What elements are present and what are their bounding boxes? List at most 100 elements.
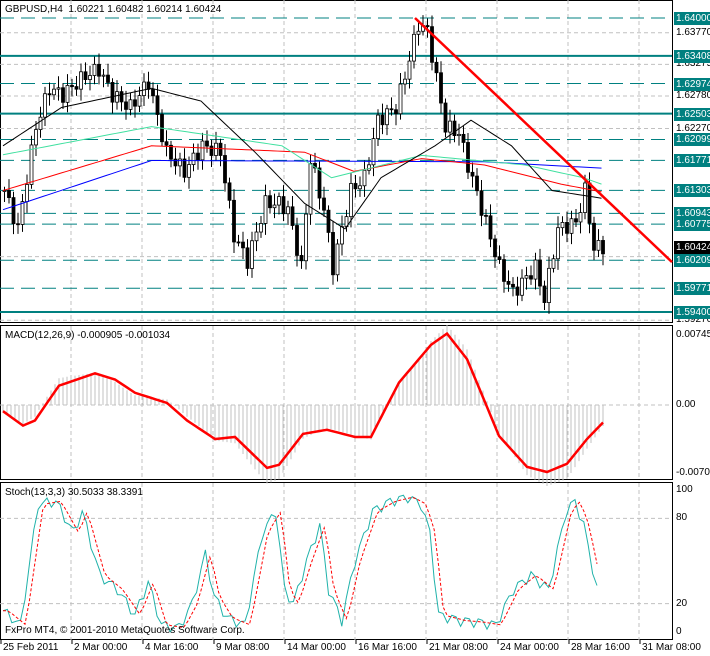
candle-body bbox=[475, 175, 479, 192]
candle-body bbox=[583, 182, 587, 213]
candle-body bbox=[592, 222, 596, 251]
candle-body bbox=[169, 144, 173, 160]
trend-line bbox=[414, 17, 673, 264]
chart-header: GBPUSD,H4 1.60221 1.60482 1.60214 1.6042… bbox=[5, 4, 221, 15]
candle-body bbox=[263, 195, 268, 224]
x-tick-label: 2 Mar 00:00 bbox=[74, 642, 128, 653]
candle-body bbox=[511, 283, 515, 288]
chart-canvas bbox=[0, 0, 673, 644]
candle-body bbox=[304, 213, 308, 262]
candle-body bbox=[245, 247, 250, 269]
level-price-tag: 1.60209 bbox=[674, 254, 710, 268]
candle-body bbox=[214, 142, 218, 156]
candle-body bbox=[164, 141, 169, 146]
candle-body bbox=[358, 185, 362, 190]
candle-body bbox=[101, 74, 106, 77]
macd-tick: -0.00708 bbox=[676, 467, 710, 478]
level-price-tag: 1.62974 bbox=[674, 77, 710, 91]
candle-body bbox=[106, 74, 110, 83]
candle-body bbox=[448, 120, 452, 133]
candle-body bbox=[398, 83, 403, 115]
candle-body bbox=[97, 63, 101, 77]
candle-body bbox=[47, 93, 52, 96]
candle-body bbox=[416, 30, 421, 35]
candle-body bbox=[560, 222, 565, 229]
candle-body bbox=[290, 206, 295, 226]
candle-body bbox=[425, 25, 430, 28]
candle-body bbox=[385, 108, 389, 126]
macd-tick: 0.00 bbox=[676, 399, 696, 410]
candle-body bbox=[178, 158, 182, 167]
candle-body bbox=[209, 145, 214, 156]
candle-body bbox=[547, 267, 551, 303]
price-tick: 1.63770 bbox=[676, 26, 710, 38]
level-price-tag: 1.64000 bbox=[674, 12, 710, 25]
candle-body bbox=[151, 88, 155, 97]
candle-body bbox=[443, 102, 448, 133]
candle-body bbox=[376, 114, 380, 140]
candle-body bbox=[38, 116, 43, 130]
candle-body bbox=[133, 99, 137, 107]
candle-body bbox=[277, 196, 281, 206]
candle-body bbox=[295, 225, 299, 256]
candle-body bbox=[601, 240, 605, 255]
candle-body bbox=[7, 190, 11, 198]
stoch-tick: 20 bbox=[676, 597, 688, 609]
candle-body bbox=[470, 171, 475, 177]
candle-body bbox=[65, 85, 70, 103]
moving-average-red bbox=[2, 145, 602, 193]
level-price-tag: 1.59771 bbox=[674, 282, 710, 296]
candle-body bbox=[407, 60, 412, 80]
candle-body bbox=[340, 226, 344, 245]
level-price-tag: 1.61303 bbox=[674, 184, 710, 198]
candle-body bbox=[394, 109, 398, 115]
candle-body bbox=[457, 133, 461, 137]
candle-body bbox=[412, 33, 416, 62]
candle-body bbox=[434, 61, 439, 74]
candle-body bbox=[439, 72, 443, 104]
x-tick-label: 21 Mar 08:00 bbox=[429, 642, 488, 653]
candle-body bbox=[403, 78, 407, 85]
candle-body bbox=[502, 259, 506, 282]
stoch-tick: 80 bbox=[676, 512, 688, 524]
level-price-tag: 1.63408 bbox=[674, 49, 710, 63]
stoch-tick: 0 bbox=[676, 626, 682, 637]
candle-body bbox=[187, 164, 191, 178]
level-price-tag: 1.60775 bbox=[674, 218, 710, 232]
stoch-main-line bbox=[2, 494, 598, 633]
candle-body bbox=[155, 95, 160, 115]
x-tick-label: 31 Mar 08:00 bbox=[642, 642, 701, 653]
candle-body bbox=[452, 120, 457, 137]
macd-title: MACD(12,26,9) -0.000905 -0.001034 bbox=[5, 330, 171, 341]
candle-body bbox=[218, 142, 223, 156]
candle-body bbox=[461, 133, 466, 143]
candle-body bbox=[389, 108, 394, 111]
copyright-label: FxPro MT4, © 2001-2010 MetaQuotes Softwa… bbox=[5, 625, 245, 636]
candle-body bbox=[493, 238, 497, 258]
candle-body bbox=[533, 259, 538, 280]
candle-body bbox=[466, 142, 470, 173]
candle-body bbox=[34, 129, 38, 146]
candle-body bbox=[484, 214, 488, 217]
x-tick-label: 14 Mar 00:00 bbox=[287, 642, 346, 653]
stoch-tick: 100 bbox=[676, 484, 693, 495]
candle-body bbox=[137, 95, 142, 107]
candle-body bbox=[542, 285, 547, 303]
candle-body bbox=[565, 222, 569, 234]
candle-body bbox=[74, 86, 79, 90]
candle-body bbox=[317, 167, 322, 199]
x-tick-label: 16 Mar 16:00 bbox=[358, 642, 417, 653]
candle-body bbox=[322, 197, 326, 211]
candle-body bbox=[479, 190, 484, 216]
candle-body bbox=[128, 99, 133, 110]
candle-body bbox=[110, 82, 115, 103]
candle-body bbox=[241, 241, 245, 249]
candle-body bbox=[574, 218, 578, 223]
x-tick-label: 4 Mar 16:00 bbox=[145, 642, 199, 653]
candle-body bbox=[596, 240, 601, 251]
candle-body bbox=[191, 152, 196, 165]
candle-body bbox=[380, 114, 385, 126]
candle-body bbox=[331, 232, 335, 276]
level-price-tag: 1.62099 bbox=[674, 133, 710, 147]
level-price-tag: 1.59400 bbox=[674, 305, 710, 319]
